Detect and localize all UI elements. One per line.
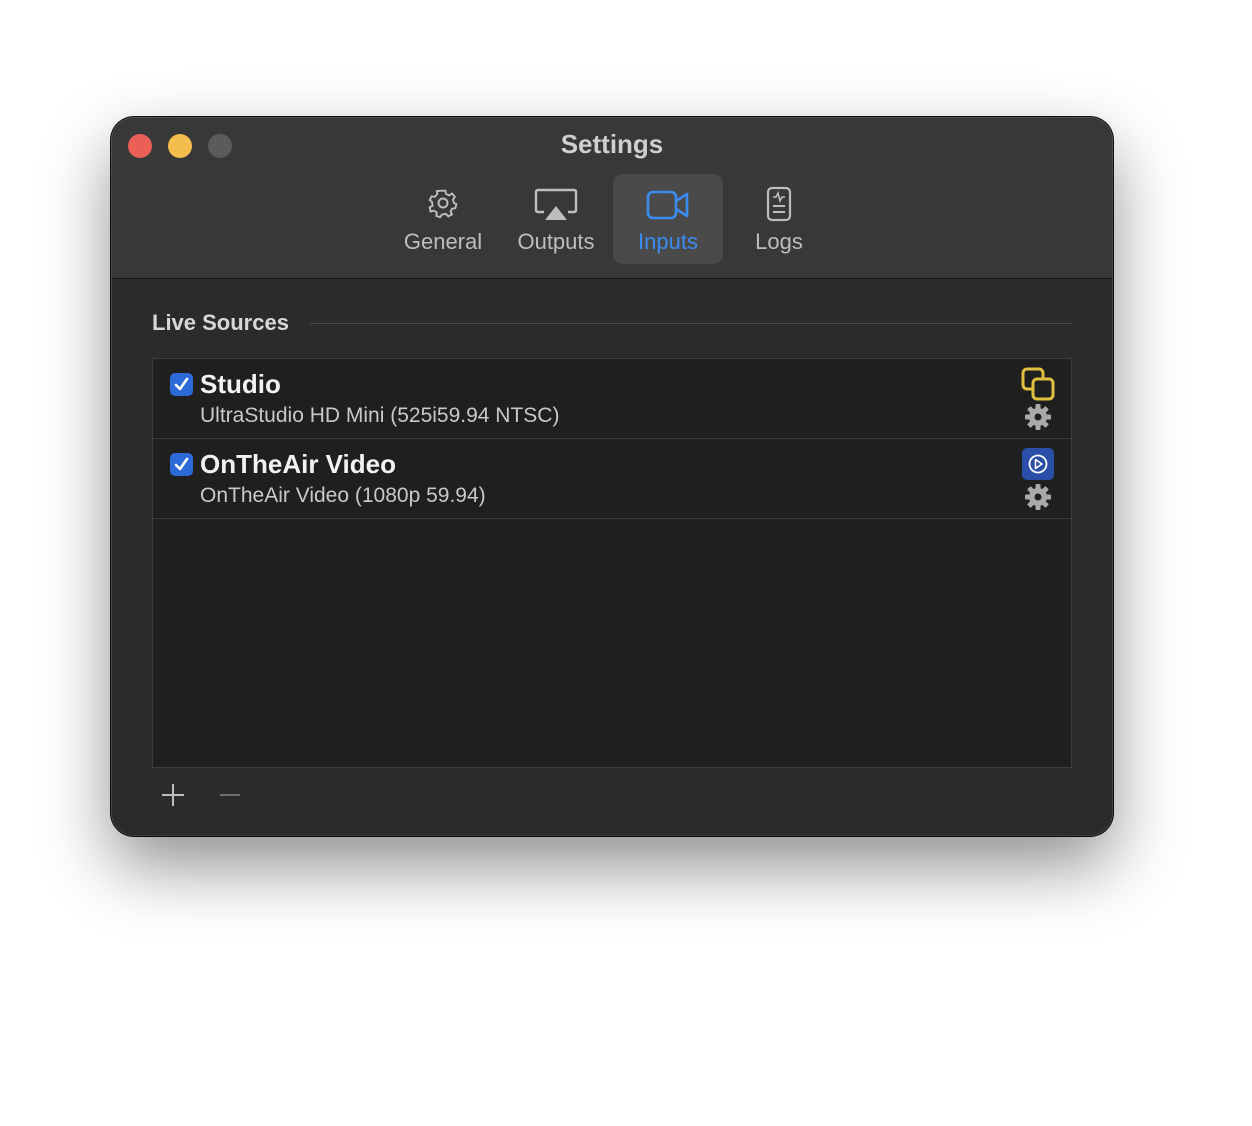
tab-logs[interactable]: Logs bbox=[729, 174, 829, 264]
tab-general-label: General bbox=[403, 229, 483, 254]
list-item[interactable]: Studio UltraStudio HD Mini (525i59.94 NT… bbox=[153, 359, 1071, 439]
list-item[interactable]: OnTheAir Video OnTheAir Video (1080p 59.… bbox=[153, 439, 1071, 519]
tab-inputs[interactable]: Inputs bbox=[613, 174, 723, 264]
tab-logs-label: Logs bbox=[755, 229, 803, 254]
enable-checkbox[interactable] bbox=[170, 453, 193, 476]
gear-icon[interactable] bbox=[1024, 403, 1052, 431]
source-detail: OnTheAir Video (1080p 59.94) bbox=[200, 484, 486, 507]
tab-outputs[interactable]: Outputs bbox=[500, 174, 612, 264]
tab-general[interactable]: General bbox=[392, 174, 494, 264]
video-camera-icon bbox=[646, 190, 689, 220]
toolbar-tabs: General Outputs Inputs Logs bbox=[392, 174, 812, 264]
enable-checkbox[interactable] bbox=[170, 373, 193, 396]
gear-icon[interactable] bbox=[1024, 483, 1052, 511]
checkmark-icon bbox=[174, 377, 189, 391]
section-title: Live Sources bbox=[152, 310, 289, 335]
add-button[interactable] bbox=[158, 780, 188, 810]
sources-list[interactable]: Studio UltraStudio HD Mini (525i59.94 NT… bbox=[152, 358, 1072, 768]
tab-inputs-label: Inputs bbox=[638, 229, 698, 254]
play-circle-icon bbox=[1022, 448, 1054, 480]
tab-outputs-label: Outputs bbox=[517, 229, 595, 254]
log-document-icon bbox=[766, 186, 792, 222]
overlapping-squares-icon bbox=[1021, 367, 1055, 401]
settings-window: Settings General Outputs Inputs Logs Liv… bbox=[112, 118, 1112, 835]
inputs-pane: Live Sources Studio UltraStudio HD Mini … bbox=[112, 279, 1112, 835]
source-name: OnTheAir Video bbox=[200, 449, 396, 479]
checkmark-icon bbox=[174, 457, 189, 471]
airplay-icon bbox=[534, 188, 578, 220]
source-detail: UltraStudio HD Mini (525i59.94 NTSC) bbox=[200, 404, 560, 427]
section-divider bbox=[310, 323, 1072, 324]
gear-icon bbox=[428, 189, 458, 219]
remove-button[interactable] bbox=[215, 780, 245, 810]
titlebar: Settings General Outputs Inputs Logs bbox=[112, 118, 1112, 279]
window-title: Settings bbox=[560, 129, 664, 159]
source-name: Studio bbox=[200, 369, 281, 399]
